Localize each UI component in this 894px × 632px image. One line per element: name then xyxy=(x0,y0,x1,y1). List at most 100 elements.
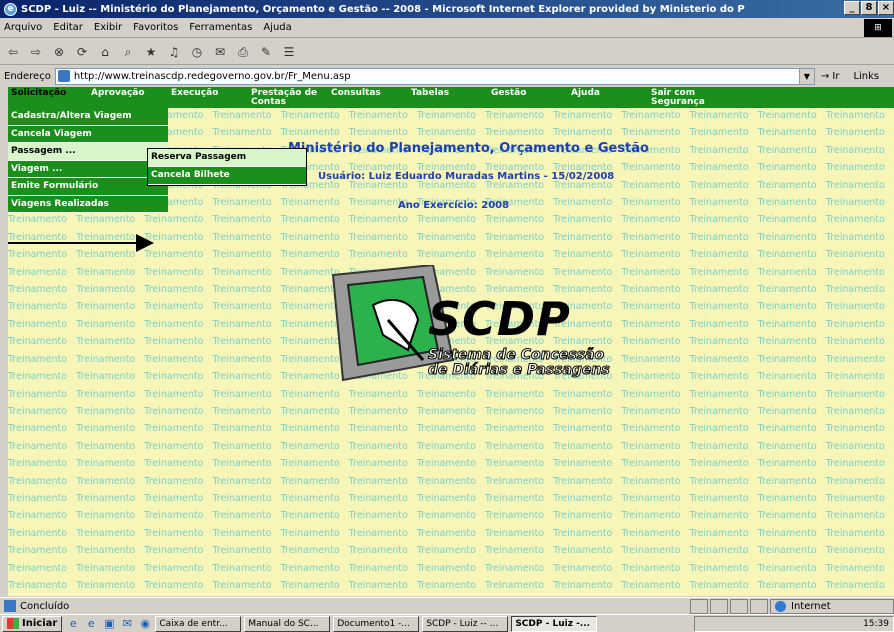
menu-cancela-viagem[interactable]: Cancela Viagem xyxy=(8,125,168,143)
task-scdp-1[interactable]: SCDP - Luiz -- ... xyxy=(422,615,509,632)
ie-quicklaunch-icon[interactable]: e xyxy=(66,617,80,631)
task-documento1[interactable]: Documento1 -... xyxy=(333,615,420,632)
windows-flag-icon: ⊞ xyxy=(864,19,892,37)
menu-emite-formulario[interactable]: Emite Formulário xyxy=(8,178,168,196)
close-button[interactable]: × xyxy=(878,1,894,15)
status-text: Concluído xyxy=(20,600,70,612)
edit-icon[interactable]: ✎ xyxy=(257,43,275,61)
globe-icon xyxy=(775,601,786,612)
task-manual[interactable]: Manual do SC... xyxy=(244,615,331,632)
address-input[interactable]: http://www.treinascdp.redegoverno.gov.br… xyxy=(54,67,815,85)
user-info: Usuário: Luiz Eduardo Muradas Martins - … xyxy=(318,171,615,182)
page-content: Treinamento Treinamento Treinamento Trei… xyxy=(8,87,894,596)
watermark-line: Treinamento Treinamento Treinamento Trei… xyxy=(8,510,894,522)
menu-viagem[interactable]: Viagem ... xyxy=(8,160,168,178)
links-button[interactable]: Links xyxy=(853,71,879,82)
start-button[interactable]: Iniciar xyxy=(2,615,63,632)
menu-passagem[interactable]: Passagem ... xyxy=(8,143,168,161)
watermark-line: Treinamento Treinamento Treinamento Trei… xyxy=(8,440,894,452)
stop-icon[interactable]: ⊗ xyxy=(50,43,68,61)
nav-gestao[interactable]: Gestão xyxy=(488,87,568,108)
zone-label: Internet xyxy=(791,601,831,612)
chevron-down-icon[interactable]: ▼ xyxy=(798,68,814,84)
system-tray: 15:39 xyxy=(694,616,894,632)
start-label: Iniciar xyxy=(22,618,58,629)
outlook-icon[interactable]: ✉ xyxy=(120,617,134,631)
nav-execucao[interactable]: Execução xyxy=(168,87,248,108)
explorer-icon[interactable]: ▣ xyxy=(102,617,116,631)
window-title: SCDP - Luiz -- Ministério do Planejament… xyxy=(21,3,745,15)
media-player-icon[interactable]: ◉ xyxy=(138,617,152,631)
ie-icon: e xyxy=(4,2,17,16)
ministry-title: Ministério do Planejamento, Orçamento e … xyxy=(288,141,649,156)
discuss-icon[interactable]: ☰ xyxy=(280,43,298,61)
passagem-submenu: Reserva Passagem Cancela Bilhete xyxy=(147,148,307,186)
task-scdp-2[interactable]: SCDP - Luiz -... xyxy=(511,615,598,632)
page-icon xyxy=(57,70,70,82)
watermark-line: Treinamento Treinamento Treinamento Trei… xyxy=(8,527,894,539)
scdp-logo-text: SCDP xyxy=(428,292,571,346)
refresh-icon[interactable]: ⟳ xyxy=(73,43,91,61)
logo-subtitle-1: Sistema de Concessão xyxy=(427,347,605,364)
menu-editar[interactable]: Editar xyxy=(53,22,83,33)
taskbar: Iniciar e e ▣ ✉ ◉ Caixa de entr... Manua… xyxy=(0,614,894,632)
annotation-arrow xyxy=(8,242,143,244)
window-controls: _ 8 × xyxy=(843,1,894,15)
nav-consultas[interactable]: Consultas xyxy=(328,87,408,108)
watermark-line: Treinamento Treinamento Treinamento Trei… xyxy=(8,579,894,591)
ie-quicklaunch-icon-2[interactable]: e xyxy=(84,617,98,631)
menu-favoritos[interactable]: Favoritos xyxy=(133,22,178,33)
solicitacao-dropdown: Cadastra/Altera Viagem Cancela Viagem Pa… xyxy=(8,108,168,213)
menu-cadastra-altera-viagem[interactable]: Cadastra/Altera Viagem xyxy=(8,108,168,126)
status-segment xyxy=(710,599,728,614)
maximize-button[interactable]: 8 xyxy=(861,1,877,15)
watermark-line: Treinamento Treinamento Treinamento Trei… xyxy=(8,405,894,417)
nav-prestacao-de-contas[interactable]: Prestação de Contas xyxy=(248,87,328,108)
print-icon[interactable]: ⎙ xyxy=(234,43,252,61)
clock[interactable]: 15:39 xyxy=(863,619,889,629)
annotation-arrow-head xyxy=(136,234,154,252)
go-button[interactable]: → Ir xyxy=(821,71,840,82)
mail-icon[interactable]: ✉ xyxy=(211,43,229,61)
nav-tabelas[interactable]: Tabelas xyxy=(408,87,488,108)
menu-arquivo[interactable]: Arquivo xyxy=(4,22,42,33)
menu-bar: Arquivo Editar Exibir Favoritos Ferramen… xyxy=(0,18,894,38)
address-bar: Endereço http://www.treinascdp.redegover… xyxy=(0,66,894,86)
nav-aprovacao[interactable]: Aprovação xyxy=(88,87,168,108)
search-icon[interactable]: ⌕ xyxy=(119,43,137,61)
address-url: http://www.treinascdp.redegoverno.gov.br… xyxy=(73,70,351,82)
watermark-line: Treinamento Treinamento Treinamento Trei… xyxy=(8,423,894,435)
window-titlebar: e SCDP - Luiz -- Ministério do Planejame… xyxy=(0,0,894,18)
menu-reserva-passagem[interactable]: Reserva Passagem xyxy=(148,149,306,167)
toolbar: ⇦ ⇨ ⊗ ⟳ ⌂ ⌕ ★ ♫ ◷ ✉ ⎙ ✎ ☰ xyxy=(0,39,894,65)
menu-viagens-realizadas[interactable]: Viagens Realizadas xyxy=(8,195,168,213)
nav-ajuda[interactable]: Ajuda xyxy=(568,87,648,108)
watermark-line: Treinamento Treinamento Treinamento Trei… xyxy=(8,388,894,400)
menu-ferramentas[interactable]: Ferramentas xyxy=(189,22,252,33)
page-done-icon xyxy=(4,600,16,612)
security-zone: Internet xyxy=(770,599,894,614)
logo-subtitle-2: de Diárias e Passagens xyxy=(428,362,611,379)
forward-icon[interactable]: ⇨ xyxy=(27,43,45,61)
media-icon[interactable]: ♫ xyxy=(165,43,183,61)
watermark-line: Treinamento Treinamento Treinamento Trei… xyxy=(8,458,894,470)
watermark-line: Treinamento Treinamento Treinamento Trei… xyxy=(8,214,894,226)
favorites-icon[interactable]: ★ xyxy=(142,43,160,61)
home-icon[interactable]: ⌂ xyxy=(96,43,114,61)
menu-exibir[interactable]: Exibir xyxy=(94,22,122,33)
go-label: Ir xyxy=(832,70,840,82)
nav-sair[interactable]: Sair com Segurança xyxy=(648,87,728,108)
menu-cancela-bilhete[interactable]: Cancela Bilhete xyxy=(148,167,306,185)
top-nav: Solicitação Aprovação Execução Prestação… xyxy=(8,87,894,108)
watermark-line: Treinamento Treinamento Treinamento Trei… xyxy=(8,475,894,487)
task-caixa-de-entrada[interactable]: Caixa de entr... xyxy=(155,615,242,632)
history-icon[interactable]: ◷ xyxy=(188,43,206,61)
minimize-button[interactable]: _ xyxy=(844,1,860,15)
back-icon[interactable]: ⇦ xyxy=(4,43,22,61)
exercise-year: Ano Exercício: 2008 xyxy=(398,200,510,211)
status-segment xyxy=(730,599,748,614)
watermark-line: Treinamento Treinamento Treinamento Trei… xyxy=(8,545,894,557)
menu-ajuda[interactable]: Ajuda xyxy=(263,22,291,33)
watermark-line: Treinamento Treinamento Treinamento Trei… xyxy=(8,562,894,574)
nav-solicitacao[interactable]: Solicitação xyxy=(8,87,88,108)
